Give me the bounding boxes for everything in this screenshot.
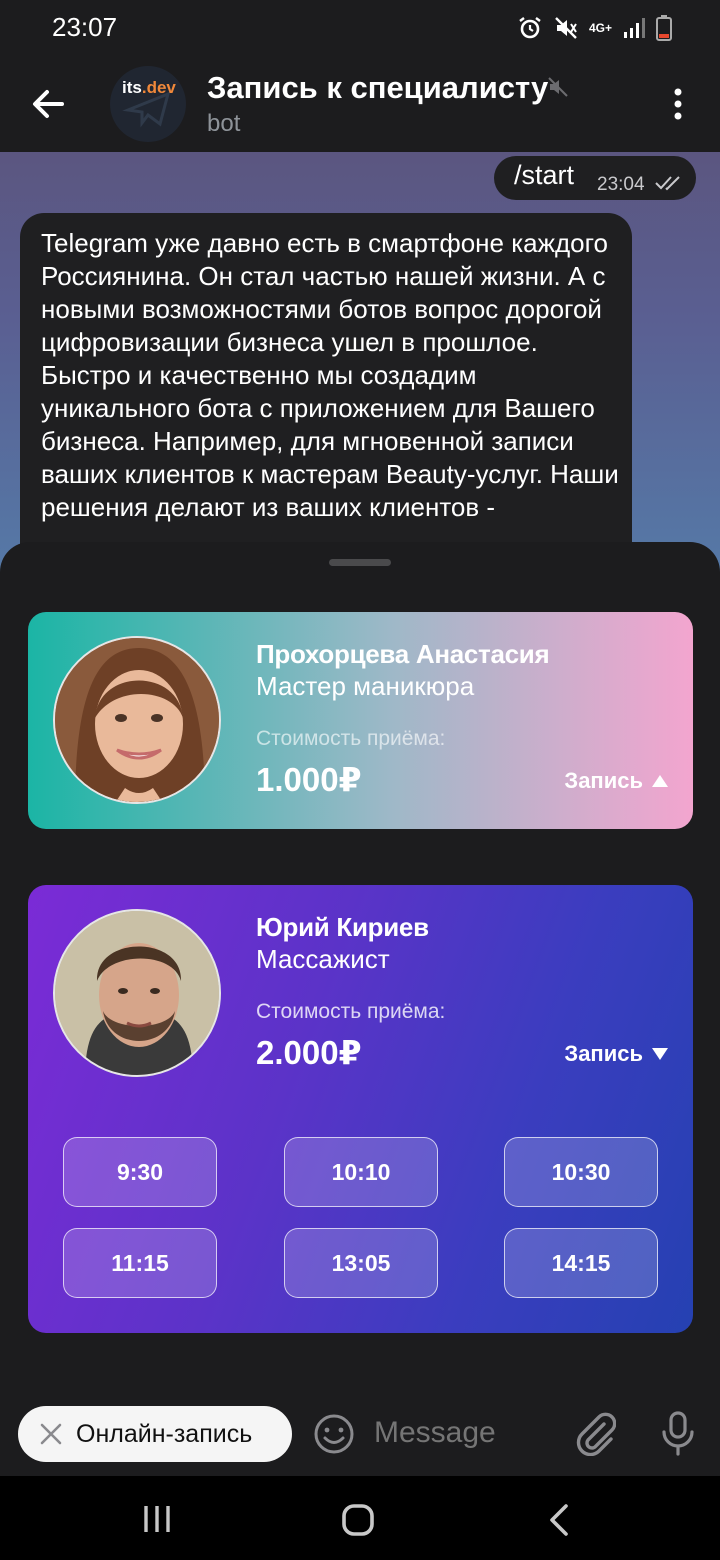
chat-header: its.dev Запись к специалисту bot (0, 56, 720, 152)
specialist-role: Массажист (256, 944, 390, 974)
status-icons: 4G+ (517, 14, 672, 42)
specialist-role: Мастер маникюра (256, 671, 475, 701)
outgoing-message[interactable]: /start 23:04 (494, 156, 696, 200)
online-booking-button[interactable]: Онлайн-запись (18, 1406, 292, 1462)
message-time: 23:04 (597, 174, 645, 195)
close-icon[interactable] (38, 1421, 64, 1447)
triangle-up-icon (652, 775, 668, 787)
price-value: 1.000₽ (256, 761, 362, 798)
time-slot-button[interactable]: 9:30 (63, 1137, 217, 1207)
emoji-icon[interactable] (312, 1412, 356, 1456)
status-time: 23:07 (52, 12, 118, 42)
chat-area[interactable]: /start 23:04 Telegram уже давно есть в с… (0, 152, 720, 572)
message-input[interactable] (374, 1416, 554, 1450)
more-vertical-icon[interactable] (664, 82, 692, 126)
sheet-drag-handle[interactable] (329, 559, 391, 566)
muted-icon (548, 77, 568, 97)
back-arrow-icon[interactable] (26, 82, 70, 126)
book-label: Запись (564, 768, 643, 793)
nav-back-icon[interactable] (546, 1502, 574, 1538)
specialist-name: Юрий Кириев (256, 912, 429, 942)
home-icon[interactable] (340, 1502, 376, 1538)
system-nav-bar (0, 1476, 720, 1560)
alarm-icon (519, 17, 541, 39)
double-check-icon (655, 176, 680, 191)
specialist-photo (53, 636, 221, 804)
recent-apps-icon[interactable] (142, 1504, 172, 1534)
logo-part-its: its (122, 78, 142, 97)
price-label: Стоимость приёма: (256, 727, 446, 750)
microphone-icon[interactable] (660, 1410, 696, 1456)
specialist-name: Прохорцева Анастасия (256, 639, 550, 669)
man-portrait-image (55, 911, 219, 1075)
mute-vibrate-icon (555, 17, 577, 39)
specialist-photo (53, 909, 221, 1077)
book-toggle-button[interactable]: Запись (564, 1041, 669, 1067)
triangle-down-icon (652, 1048, 668, 1060)
message-input-bar: Онлайн-запись (0, 1388, 720, 1476)
chat-subtitle: bot (207, 110, 241, 137)
incoming-message-text: Telegram уже давно есть в смартфоне кажд… (41, 228, 619, 522)
paperclip-icon[interactable] (574, 1410, 616, 1456)
online-booking-label: Онлайн-запись (76, 1419, 253, 1448)
price-label: Стоимость приёма: (256, 1000, 446, 1023)
battery-icon (656, 15, 672, 41)
time-slot-button[interactable]: 10:30 (504, 1137, 658, 1207)
time-slot-button[interactable]: 14:15 (504, 1228, 658, 1298)
specialist-card[interactable]: Прохорцева Анастасия Мастер маникюра Сто… (28, 612, 693, 829)
specialist-card[interactable]: Юрий Кириев Массажист Стоимость приёма: … (28, 885, 693, 1333)
book-label: Запись (564, 1041, 643, 1066)
bot-avatar[interactable]: its.dev (110, 66, 186, 142)
chat-title[interactable]: Запись к специалисту (207, 70, 548, 106)
outgoing-message-text: /start (514, 160, 575, 190)
status-bar: 23:07 4G+ (0, 0, 720, 56)
woman-portrait-image (55, 638, 219, 802)
book-toggle-button[interactable]: Запись (564, 768, 669, 794)
time-slot-button[interactable]: 11:15 (63, 1228, 217, 1298)
network-type: 4G+ (588, 21, 612, 35)
logo-part-dev: .dev (141, 78, 176, 97)
time-slot-button[interactable]: 10:10 (284, 1137, 438, 1207)
avatar-logo-text: its.dev (122, 78, 176, 98)
signal-icon (624, 18, 645, 38)
time-slot-button[interactable]: 13:05 (284, 1228, 438, 1298)
incoming-message[interactable]: Telegram уже давно есть в смартфоне кажд… (20, 213, 632, 572)
price-value: 2.000₽ (256, 1034, 362, 1071)
webapp-sheet: Прохорцева Анастасия Мастер маникюра Сто… (0, 542, 720, 1388)
